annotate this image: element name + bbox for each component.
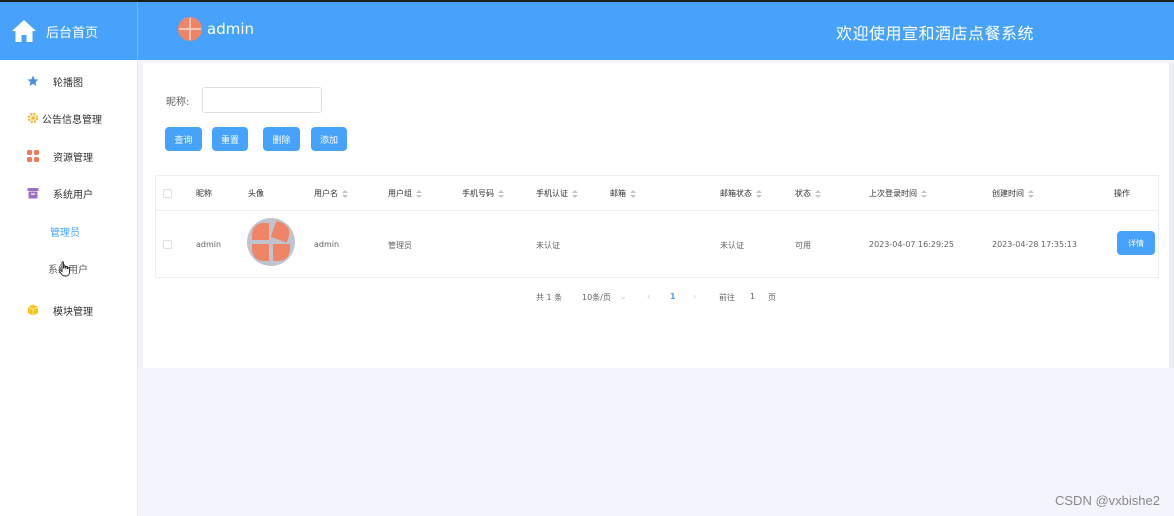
cell-username: admin — [314, 240, 340, 249]
sidebar-item-carousel[interactable]: 轮播图 — [0, 66, 137, 96]
home-icon — [12, 20, 36, 42]
hand-cursor-icon — [58, 261, 70, 277]
sort-icon — [815, 189, 821, 198]
sidebar-item-system-users[interactable]: 系统用户 — [0, 178, 137, 208]
archive-icon — [27, 188, 39, 199]
column-header-last-login[interactable]: 上次登录时间 — [869, 188, 927, 199]
prev-page-icon[interactable]: ‹ — [647, 292, 650, 301]
sidebar-item-label: 资源管理 — [53, 152, 93, 164]
cell-created: 2023-04-28 17:35:13 — [992, 240, 1077, 249]
column-header-avatar: 头像 — [248, 189, 264, 198]
sort-icon — [756, 189, 762, 198]
user-menu[interactable]: admin — [178, 17, 254, 41]
column-header-email[interactable]: 邮箱 — [610, 188, 636, 199]
query-button[interactable]: 查询 — [165, 127, 202, 151]
page-size-select[interactable]: 10条/页 — [582, 292, 611, 303]
user-avatar-image — [247, 218, 295, 266]
column-header-phone[interactable]: 手机号码 — [462, 188, 504, 199]
column-header-email-status[interactable]: 邮箱状态 — [720, 188, 762, 199]
user-table: 昵称 头像 用户名 用户组 手机号码 手机认证 邮箱 邮箱状态 状态 上次登录时… — [155, 175, 1159, 278]
sidebar-item-label: 公告信息管理 — [42, 114, 102, 126]
sidebar-item-resources[interactable]: 资源管理 — [0, 141, 137, 171]
sort-icon — [572, 189, 578, 198]
nickname-search-input[interactable] — [202, 87, 322, 113]
panel-scroll-edge — [1169, 63, 1174, 368]
home-link[interactable]: 后台首页 — [0, 2, 138, 60]
cube-icon — [27, 304, 39, 316]
row-checkbox[interactable] — [163, 240, 172, 249]
top-header: 后台首页 admin 欢迎使用宣和酒店点餐系统 — [0, 0, 1174, 60]
column-header-group[interactable]: 用户组 — [388, 188, 422, 199]
sidebar-item-label: 轮播图 — [53, 77, 83, 89]
watermark-text: CSDN @vxbishe2 — [1055, 493, 1160, 508]
sort-icon — [630, 189, 636, 198]
reset-button[interactable]: 重置 — [212, 127, 248, 151]
user-name: admin — [207, 20, 254, 38]
add-button[interactable]: 添加 — [311, 127, 347, 151]
select-all-checkbox[interactable] — [163, 189, 172, 198]
column-header-status[interactable]: 状态 — [795, 188, 821, 199]
welcome-title: 欢迎使用宣和酒店点餐系统 — [836, 24, 1035, 43]
column-header-actions: 操作 — [1114, 189, 1130, 198]
sort-icon — [498, 189, 504, 198]
sidebar-subitem-admin[interactable]: 管理员 — [0, 216, 137, 246]
column-header-phone-auth[interactable]: 手机认证 — [536, 188, 578, 199]
cell-nickname: admin — [196, 240, 222, 249]
cell-group: 管理员 — [388, 241, 412, 250]
sort-icon — [921, 189, 927, 198]
user-avatar-icon — [178, 17, 202, 41]
page-unit-label: 页 — [768, 293, 776, 302]
brand-label: 后台首页 — [46, 25, 99, 41]
sidebar-item-modules[interactable]: 模块管理 — [0, 295, 137, 325]
next-page-icon[interactable]: › — [693, 292, 696, 301]
sort-icon — [342, 189, 348, 198]
pagination-total: 共 1 条 — [536, 293, 563, 302]
sidebar-item-label: 系统用户 — [53, 189, 93, 201]
nickname-label: 昵称: — [166, 97, 190, 108]
sidebar-subitem-label: 管理员 — [50, 227, 80, 239]
sort-icon — [416, 189, 422, 198]
gear-icon — [27, 112, 39, 124]
header-divider — [156, 210, 1158, 211]
cell-email-status: 未认证 — [720, 241, 744, 250]
detail-button[interactable]: 详情 — [1117, 231, 1155, 255]
sidebar-item-announcements[interactable]: 公告信息管理 — [0, 103, 137, 133]
column-header-username[interactable]: 用户名 — [314, 188, 348, 199]
sidebar-item-label: 模块管理 — [53, 306, 93, 318]
cell-last-login: 2023-04-07 16:29:25 — [869, 240, 954, 249]
grid-icon — [27, 150, 39, 162]
goto-label: 前往 — [719, 293, 735, 302]
column-header-created[interactable]: 创建时间 — [992, 188, 1034, 199]
star-icon — [27, 75, 39, 86]
cell-status: 可用 — [795, 241, 811, 250]
chevron-down-icon: ⌄ — [620, 292, 627, 301]
goto-page-input[interactable]: 1 — [750, 292, 755, 301]
delete-button[interactable]: 删除 — [263, 127, 300, 151]
column-header-nickname: 昵称 — [196, 189, 212, 198]
sort-icon — [1028, 189, 1034, 198]
cell-phone-auth: 未认证 — [536, 241, 560, 250]
current-page-number[interactable]: 1 — [670, 292, 676, 301]
